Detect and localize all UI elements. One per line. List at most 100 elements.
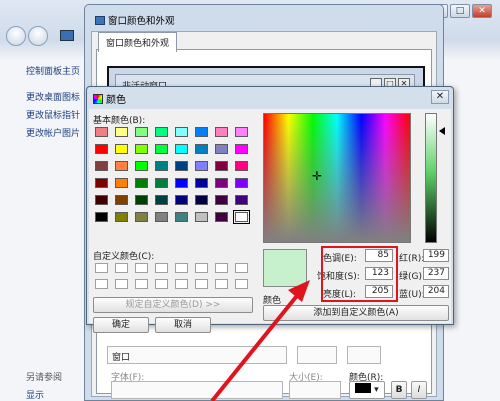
basic-color-swatch[interactable] — [155, 212, 168, 222]
see-also-heading: 另请参阅 — [26, 373, 63, 383]
back-button[interactable] — [6, 26, 26, 46]
basic-color-swatch[interactable] — [175, 212, 188, 222]
close-button[interactable]: ✕ — [472, 4, 492, 18]
custom-color-swatch[interactable] — [135, 279, 148, 289]
basic-color-swatch[interactable] — [115, 212, 128, 222]
green-input[interactable]: 237 — [423, 267, 449, 280]
basic-color-swatch[interactable] — [135, 161, 148, 171]
luminosity-slider[interactable] — [425, 113, 437, 243]
basic-color-swatch[interactable] — [235, 127, 248, 137]
font-size-select[interactable] — [289, 381, 341, 399]
cancel-button[interactable]: 取消 — [155, 317, 211, 333]
sidebar-link-mouse-pointer[interactable]: 更改鼠标指针 — [26, 108, 80, 121]
basic-color-swatch[interactable] — [95, 144, 108, 154]
color-dialog: 颜色 ✕ 基本颜色(B): 自定义颜色(C): 规定自定义颜色(D) >> 确定… — [86, 86, 454, 333]
sidebar-link-home[interactable]: 控制面板主页 — [26, 64, 80, 77]
luminosity-arrow-icon[interactable] — [439, 127, 445, 135]
basic-color-swatch[interactable] — [175, 178, 188, 188]
basic-color-swatch[interactable] — [155, 127, 168, 137]
custom-color-swatch[interactable] — [235, 279, 248, 289]
basic-color-swatch[interactable] — [215, 178, 228, 188]
control-panel-icon — [60, 30, 74, 41]
font-color-button[interactable]: ▾ — [349, 381, 385, 399]
sidebar-link-desktop-icons[interactable]: 更改桌面图标 — [26, 90, 80, 103]
basic-color-swatch[interactable] — [215, 161, 228, 171]
color-dialog-title: 颜色 — [93, 91, 126, 106]
sidebar-link-account-picture[interactable]: 更改帐户图片 — [26, 126, 80, 139]
basic-color-swatch[interactable] — [95, 127, 108, 137]
basic-color-swatch[interactable] — [95, 212, 108, 222]
basic-color-swatch[interactable] — [235, 195, 248, 205]
basic-color-swatch[interactable] — [95, 195, 108, 205]
basic-color-swatch[interactable] — [175, 161, 188, 171]
basic-color-swatch[interactable] — [195, 144, 208, 154]
sidebar-link-display[interactable]: 显示 — [26, 388, 44, 401]
custom-color-swatch[interactable] — [155, 279, 168, 289]
basic-color-swatch[interactable] — [95, 161, 108, 171]
color-spectrum[interactable]: ✛ — [263, 113, 411, 243]
window-icon — [95, 16, 105, 25]
custom-color-swatch[interactable] — [215, 279, 228, 289]
custom-color-swatch[interactable] — [175, 279, 188, 289]
italic-button[interactable]: I — [411, 381, 427, 399]
tab-window-color[interactable]: 窗口颜色和外观 — [98, 32, 178, 52]
custom-color-swatch[interactable] — [115, 279, 128, 289]
item-size-field[interactable] — [297, 346, 337, 364]
blue-input[interactable]: 204 — [423, 285, 449, 298]
custom-color-swatch[interactable] — [135, 263, 148, 273]
basic-color-swatch[interactable] — [235, 144, 248, 154]
basic-color-swatch[interactable] — [195, 195, 208, 205]
basic-color-swatch[interactable] — [195, 212, 208, 222]
red-label: 红(R): — [399, 254, 425, 264]
custom-color-swatch[interactable] — [215, 263, 228, 273]
custom-color-swatch[interactable] — [175, 263, 188, 273]
ok-button[interactable]: 确定 — [93, 317, 149, 333]
bold-button[interactable]: B — [391, 381, 407, 399]
basic-color-swatch[interactable] — [115, 127, 128, 137]
forward-button[interactable] — [28, 26, 48, 46]
custom-color-swatch[interactable] — [195, 279, 208, 289]
basic-color-swatch[interactable] — [115, 144, 128, 154]
custom-color-swatch[interactable] — [155, 263, 168, 273]
custom-color-swatch[interactable] — [195, 263, 208, 273]
custom-color-swatch[interactable] — [95, 263, 108, 273]
basic-color-swatch[interactable] — [235, 178, 248, 188]
basic-color-swatch[interactable] — [195, 127, 208, 137]
close-icon[interactable]: ✕ — [431, 90, 449, 104]
add-to-custom-colors-button[interactable]: 添加到自定义颜色(A) — [263, 305, 449, 321]
basic-color-swatch[interactable] — [233, 210, 250, 224]
font-select[interactable] — [111, 381, 283, 399]
red-input[interactable]: 199 — [423, 249, 449, 262]
basic-color-swatch[interactable] — [155, 178, 168, 188]
basic-color-swatch[interactable] — [135, 178, 148, 188]
basic-color-swatch[interactable] — [215, 127, 228, 137]
basic-color-swatch[interactable] — [175, 127, 188, 137]
basic-color-swatch[interactable] — [115, 178, 128, 188]
basic-color-swatch[interactable] — [235, 161, 248, 171]
basic-color-swatch[interactable] — [155, 144, 168, 154]
basic-color-swatch[interactable] — [215, 144, 228, 154]
basic-color-swatch[interactable] — [195, 161, 208, 171]
item-color-button[interactable] — [347, 346, 381, 364]
item-select[interactable]: 窗口 — [107, 346, 287, 364]
basic-color-swatch[interactable] — [115, 195, 128, 205]
define-custom-colors-button[interactable]: 规定自定义颜色(D) >> — [93, 297, 253, 313]
basic-color-swatch[interactable] — [155, 161, 168, 171]
basic-color-swatch[interactable] — [135, 127, 148, 137]
basic-color-swatch[interactable] — [135, 144, 148, 154]
basic-color-swatch[interactable] — [135, 195, 148, 205]
basic-color-swatch[interactable] — [135, 212, 148, 222]
basic-color-swatch[interactable] — [215, 212, 228, 222]
basic-color-swatch[interactable] — [215, 195, 228, 205]
custom-color-swatch[interactable] — [95, 279, 108, 289]
custom-color-swatch[interactable] — [115, 263, 128, 273]
basic-color-swatch[interactable] — [115, 161, 128, 171]
basic-color-swatch[interactable] — [175, 195, 188, 205]
green-label: 绿(G): — [399, 272, 426, 282]
basic-color-swatch[interactable] — [95, 178, 108, 188]
basic-color-swatch[interactable] — [155, 195, 168, 205]
basic-color-swatch[interactable] — [175, 144, 188, 154]
custom-color-swatch[interactable] — [235, 263, 248, 273]
maximize-button[interactable]: □ — [450, 4, 470, 18]
basic-color-swatch[interactable] — [195, 178, 208, 188]
